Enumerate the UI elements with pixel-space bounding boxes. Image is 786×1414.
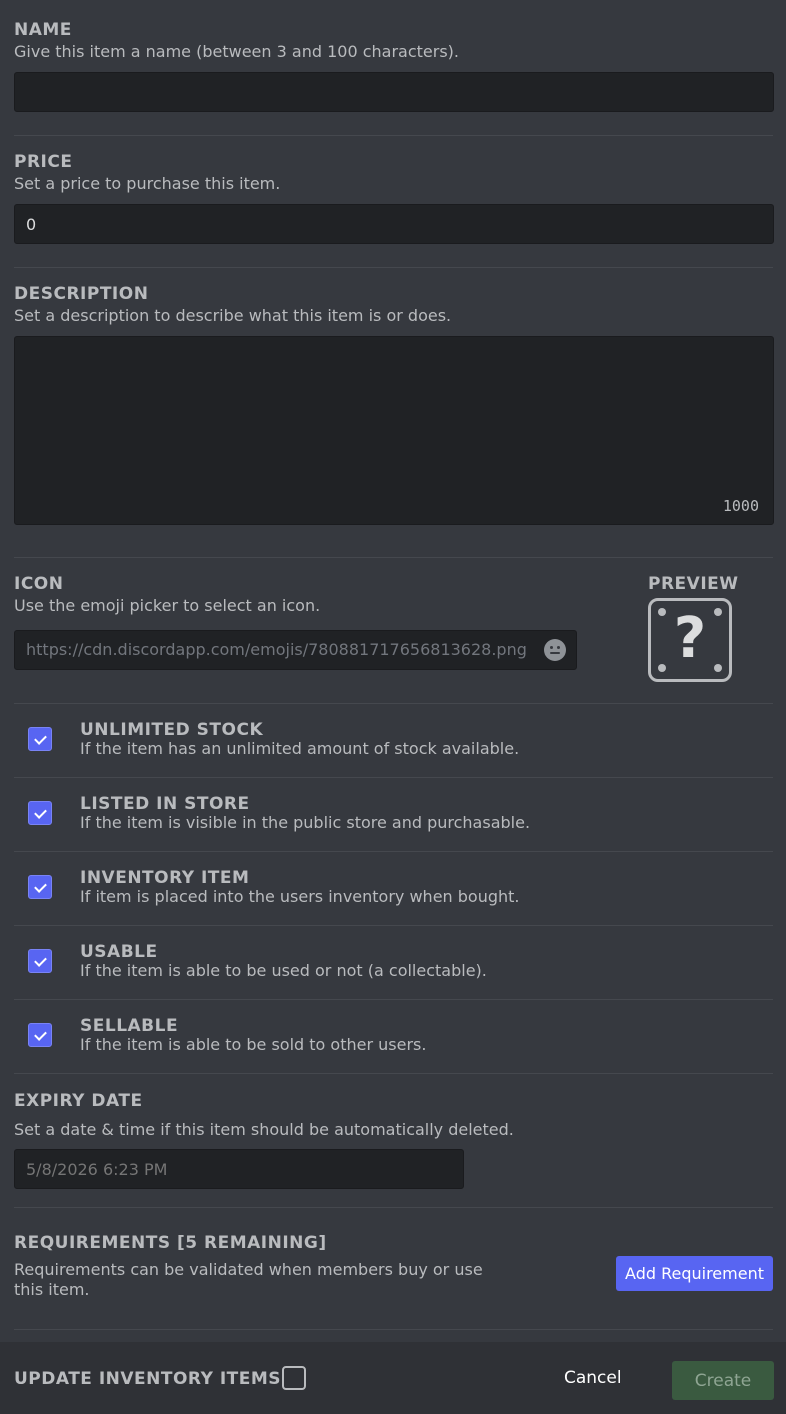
requirements-section: REQUIREMENTS [5 REMAINING] Requirements … (14, 1208, 773, 1330)
expiry-label: EXPIRY DATE (14, 1091, 143, 1111)
smiley-face-icon[interactable] (544, 639, 566, 661)
option-hint: If the item has an unlimited amount of s… (80, 739, 520, 758)
usable-checkbox[interactable] (28, 949, 52, 973)
requirements-hint: Requirements can be validated when membe… (14, 1260, 483, 1299)
icon-url-value: https://cdn.discordapp.com/emojis/780881… (26, 640, 527, 659)
icon-section: ICON Use the emoji picker to select an i… (14, 558, 773, 704)
option-label: USABLE (80, 942, 158, 962)
description-textarea[interactable]: 1000 (14, 336, 774, 525)
option-inventory-item: INVENTORY ITEM If item is placed into th… (14, 852, 773, 926)
option-hint: If the item is able to be sold to other … (80, 1035, 427, 1054)
expiry-date-input[interactable] (14, 1149, 464, 1189)
icon-preview: PREVIEW ? (648, 573, 739, 682)
inventory-item-checkbox[interactable] (28, 875, 52, 899)
option-label: SELLABLE (80, 1016, 179, 1036)
price-input[interactable] (14, 204, 774, 244)
description-char-counter: 1000 (722, 497, 759, 515)
expiry-section: EXPIRY DATE Set a date & time if this it… (14, 1074, 773, 1208)
unlimited-stock-checkbox[interactable] (28, 727, 52, 751)
description-section: DESCRIPTION Set a description to describ… (14, 268, 774, 558)
question-mark-icon: ? (673, 606, 707, 671)
icon-url-input[interactable]: https://cdn.discordapp.com/emojis/780881… (14, 630, 577, 670)
option-listed-in-store: LISTED IN STORE If the item is visible i… (14, 778, 773, 852)
update-inventory-checkbox[interactable] (282, 1366, 306, 1390)
option-label: LISTED IN STORE (80, 794, 250, 814)
requirements-label: REQUIREMENTS [5 REMAINING] (14, 1233, 327, 1253)
option-sellable: SELLABLE If the item is able to be sold … (14, 1000, 773, 1074)
option-unlimited-stock: UNLIMITED STOCK If the item has an unlim… (14, 704, 773, 778)
name-hint: Give this item a name (between 3 and 100… (14, 42, 459, 61)
cancel-button[interactable]: Cancel (548, 1364, 638, 1392)
create-item-form: NAME Give this item a name (between 3 an… (0, 0, 786, 1330)
option-hint: If item is placed into the users invento… (80, 887, 520, 906)
description-hint: Set a description to describe what this … (14, 306, 452, 325)
price-label: PRICE (14, 152, 73, 172)
option-hint: If the item is visible in the public sto… (80, 813, 531, 832)
update-inventory-label: UPDATE INVENTORY ITEMS (14, 1369, 282, 1389)
modal-footer: UPDATE INVENTORY ITEMS Cancel Create (0, 1342, 786, 1414)
description-label: DESCRIPTION (14, 284, 149, 304)
option-usable: USABLE If the item is able to be used or… (14, 926, 773, 1000)
option-label: INVENTORY ITEM (80, 868, 250, 888)
name-label: NAME (14, 20, 72, 40)
listed-in-store-checkbox[interactable] (28, 801, 52, 825)
option-label: UNLIMITED STOCK (80, 720, 264, 740)
name-input[interactable] (14, 72, 774, 112)
preview-label: PREVIEW (648, 574, 739, 594)
option-hint: If the item is able to be used or not (a… (80, 961, 487, 980)
expiry-hint: Set a date & time if this item should be… (14, 1120, 514, 1139)
add-requirement-button[interactable]: Add Requirement (616, 1256, 773, 1291)
price-section: PRICE Set a price to purchase this item. (14, 136, 774, 268)
name-section: NAME Give this item a name (between 3 an… (14, 0, 774, 136)
unknown-icon-placeholder: ? (648, 598, 732, 682)
create-button[interactable]: Create (672, 1361, 774, 1400)
price-hint: Set a price to purchase this item. (14, 174, 281, 193)
sellable-checkbox[interactable] (28, 1023, 52, 1047)
